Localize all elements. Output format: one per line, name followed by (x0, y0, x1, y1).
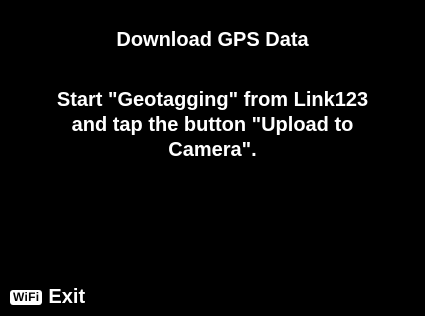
exit-control[interactable]: WiFi Exit (10, 285, 85, 309)
exit-label: Exit (48, 286, 86, 308)
wifi-button-icon[interactable]: WiFi (10, 289, 43, 305)
camera-screen: Download GPS Data Start "Geotagging" fro… (0, 0, 425, 316)
instruction-message: Start "Geotagging" from Link123 and tap … (56, 89, 369, 161)
screen-title: Download GPS Data (116, 29, 309, 51)
